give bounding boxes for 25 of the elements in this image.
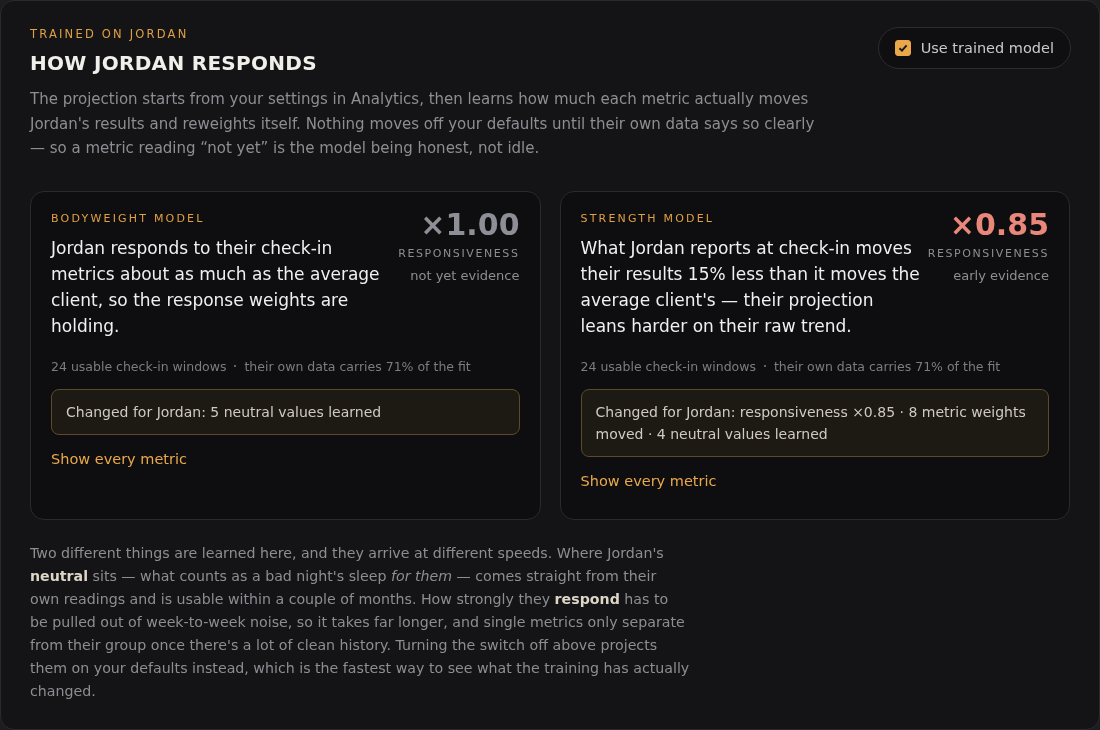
model-stat: 24 usable check-in windows — [51, 358, 227, 374]
show-metrics-link[interactable]: Show every metric — [580, 472, 717, 489]
evidence-label: not yet evidence — [410, 267, 520, 283]
section-title: HOW JORDAN RESPONDS — [30, 51, 318, 75]
footnote-paragraph: Two different things are learned here, and they arrive at different speeds. Where Jordan's neutral sits — what counts as a bad night's sleep for them — comes straight from their own readings and is usable within a couple of months. How strongly they respond has to be pulled out of week-to-week noise, so it takes far longer, and single metrics only separate from their group once there's a lot of clean history. Turning the switch off above projects them on your defaults instead, which is the fastest way to see what the training has actually changed. — [30, 543, 690, 701]
checkbox[interactable] — [894, 40, 911, 56]
model-summary: What Jordan reports at check-in moves their results 15% less than it moves the average client's — their projection leans harder on their raw trend. — [580, 236, 921, 338]
changes-note: Changed for Jordan: responsiveness ×0.85 · 8 metric weights moved · 4 neutral values learned — [580, 388, 1049, 457]
checkmark-icon — [896, 42, 909, 54]
responsiveness-value: ×0.85 — [949, 208, 1049, 241]
model-stat: 24 usable check-in windows — [580, 358, 756, 374]
intro-paragraph: The projection starts from your settings in Analytics, then learns how much each metric actually moves Jordan's results and reweights itself. Nothing moves off your defaults until their own data says so clearly — so a metric reading “not yet” is the model being honest, not idle. — [30, 89, 816, 159]
model-eyebrow: BODYWEIGHT MODEL — [51, 211, 206, 225]
responsiveness-label: RESPONSIVENESS — [927, 246, 1049, 260]
evidence-label: early evidence — [953, 267, 1049, 283]
trained-model-toggle[interactable]: Use trained model — [877, 27, 1071, 69]
model-summary: Jordan responds to their check-in metrics about as much as the average client, so the response weights are holding. — [51, 236, 381, 338]
responsiveness-value: ×1.00 — [420, 208, 520, 241]
model-stat: their own data carries 71% of the fit — [773, 358, 1001, 374]
changes-note: Changed for Jordan: 5 neutral values learned — [51, 388, 520, 435]
model-eyebrow: STRENGTH MODEL — [580, 211, 716, 225]
responsiveness-label: RESPONSIVENESS — [398, 246, 520, 260]
section-eyebrow: TRAINED ON JORDAN — [30, 27, 190, 41]
model-stat: their own data carries 71% of the fit — [244, 358, 471, 374]
show-metrics-link[interactable]: Show every metric — [51, 450, 187, 467]
